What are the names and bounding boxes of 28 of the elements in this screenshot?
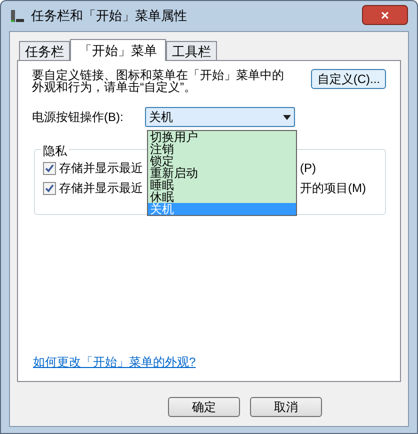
dropdown-option[interactable]: 睡眠	[148, 179, 296, 191]
caret-icon	[283, 114, 291, 120]
dropdown-option[interactable]: 休眠	[148, 191, 296, 203]
checkbox-label: 存储并显示最近	[59, 180, 143, 197]
power-button-label: 电源按钮操作(B):	[32, 109, 124, 126]
dropdown-option[interactable]: 切换用户	[148, 131, 296, 143]
intro-text: 要自定义链接、图标和菜单在「开始」菜单中的外观和行为，请单击“自定义”。	[32, 69, 285, 93]
customize-button[interactable]: 自定义(C)...	[311, 69, 386, 89]
group-title: 隐私	[41, 142, 69, 160]
checkbox-label: 存储并显示最近	[59, 160, 143, 177]
taskbar-icon	[9, 8, 25, 24]
dropdown-option[interactable]: 注销	[148, 143, 296, 155]
checkbox[interactable]	[43, 182, 56, 194]
help-link[interactable]: 如何更改「开始」菜单的外观?	[33, 353, 196, 371]
dropdown-option[interactable]: 锁定	[148, 155, 296, 167]
tab[interactable]: 工具栏	[166, 41, 217, 60]
dialog-button[interactable]: 取消	[250, 397, 322, 417]
close-button[interactable]: ×	[362, 5, 408, 25]
tab[interactable]: 任务栏	[19, 41, 70, 60]
checkbox-label: 开的项目(M)	[300, 180, 366, 196]
dialog-button[interactable]: 确定	[168, 397, 240, 417]
checkbox[interactable]	[43, 162, 56, 174]
window-title: 任务栏和「开始」菜单属性	[31, 7, 187, 26]
checkbox-label: (P)	[300, 160, 316, 176]
tab[interactable]: 「开始」菜单	[70, 39, 166, 61]
dropdown-option[interactable]: 重新启动	[148, 167, 296, 179]
power-dropdown[interactable]: 关机	[145, 107, 295, 127]
dropdown-value: 关机	[149, 109, 173, 126]
